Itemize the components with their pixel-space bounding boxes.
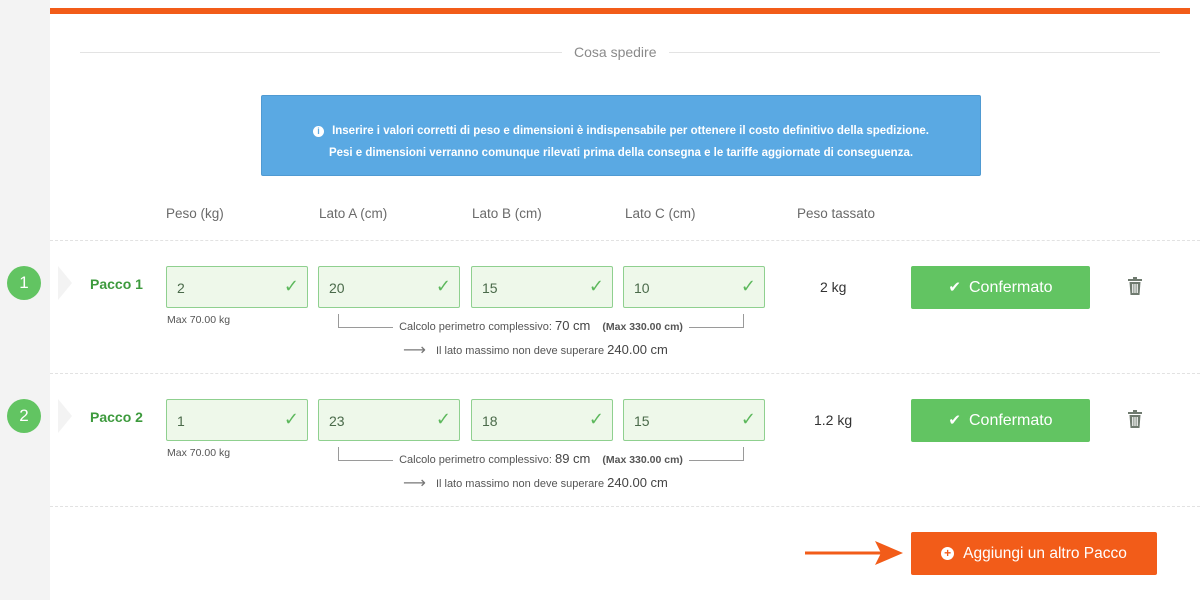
row-divider bbox=[50, 240, 1200, 241]
check-icon: ✓ bbox=[588, 276, 604, 296]
check-icon: ✓ bbox=[588, 409, 604, 429]
lato-a-input[interactable]: 20 ✓ bbox=[318, 266, 460, 308]
section-title: Cosa spedire bbox=[562, 44, 669, 60]
lato-c-input[interactable]: 10 ✓ bbox=[623, 266, 765, 308]
check-icon: ✓ bbox=[740, 409, 756, 429]
pointer-arrow-icon bbox=[805, 541, 903, 565]
check-icon: ✔ bbox=[948, 412, 961, 429]
max-weight-note: Max 70.00 kg bbox=[167, 447, 231, 459]
check-icon: ✓ bbox=[283, 409, 299, 429]
package-label: Pacco 1 bbox=[90, 276, 143, 292]
step-pointer bbox=[58, 266, 72, 300]
lato-c-input[interactable]: 15 ✓ bbox=[623, 399, 765, 441]
column-header-peso: Peso (kg) bbox=[166, 206, 224, 221]
check-icon: ✓ bbox=[435, 276, 451, 296]
column-header-lato-a: Lato A (cm) bbox=[319, 206, 388, 221]
step-number-badge: 2 bbox=[7, 399, 41, 433]
add-package-button[interactable]: + Aggiungi un altro Pacco bbox=[911, 532, 1157, 575]
info-line-2: Pesi e dimensioni verranno comunque rile… bbox=[328, 147, 914, 159]
package-row: 1 Pacco 1 2 ✓ 20 ✓ 15 ✓ 10 ✓ Max 70.00 kg Ca… bbox=[7, 266, 1200, 396]
max-side-note: ⟶ Il lato massimo non deve superare 240.0… bbox=[403, 475, 668, 492]
row-divider bbox=[50, 506, 1200, 507]
lato-b-input[interactable]: 15 ✓ bbox=[471, 266, 613, 308]
peso-tassato-value: 1.2 kg bbox=[814, 412, 853, 428]
peso-tassato-value: 2 kg bbox=[820, 279, 847, 295]
row-divider bbox=[50, 373, 1200, 374]
max-weight-note: Max 70.00 kg bbox=[167, 314, 231, 326]
column-header-lato-b: Lato B (cm) bbox=[472, 206, 542, 221]
lato-a-input[interactable]: 23 ✓ bbox=[318, 399, 460, 441]
info-alert: i Inserire i valori corretti di peso e di… bbox=[261, 95, 981, 176]
info-circle-icon: i bbox=[313, 126, 325, 137]
column-header-peso-tassato: Peso tassato bbox=[797, 206, 876, 221]
perimeter-calculation: Calcolo perimetro complessivo: 70 cm (Max… bbox=[338, 318, 744, 333]
shipment-panel: Cosa spedire i Inserire i valori corretti… bbox=[7, 0, 1200, 600]
package-row: 2 Pacco 2 1 ✓ 23 ✓ 18 ✓ 15 ✓ Max 70.00 kg Ca… bbox=[7, 399, 1200, 529]
check-icon: ✔ bbox=[948, 279, 961, 296]
trash-icon[interactable] bbox=[1128, 277, 1142, 295]
peso-input[interactable]: 2 ✓ bbox=[166, 266, 308, 308]
confirm-button[interactable]: ✔ Confermato bbox=[911, 266, 1090, 309]
check-icon: ✓ bbox=[740, 276, 756, 296]
check-icon: ✓ bbox=[435, 409, 451, 429]
peso-input[interactable]: 1 ✓ bbox=[166, 399, 308, 441]
arrow-right-icon: ⟶ bbox=[403, 342, 426, 359]
lato-b-input[interactable]: 18 ✓ bbox=[471, 399, 613, 441]
arrow-right-icon: ⟶ bbox=[403, 475, 426, 492]
accent-bar bbox=[50, 8, 1190, 14]
info-line-1: i Inserire i valori corretti di peso e di… bbox=[262, 120, 980, 142]
max-side-note: ⟶ Il lato massimo non deve superare 240.0… bbox=[403, 342, 668, 359]
trash-icon[interactable] bbox=[1128, 410, 1142, 428]
column-header-lato-c: Lato C (cm) bbox=[625, 206, 696, 221]
check-icon: ✓ bbox=[283, 276, 299, 296]
perimeter-calculation: Calcolo perimetro complessivo: 89 cm (Max… bbox=[338, 451, 744, 466]
step-pointer bbox=[58, 399, 72, 433]
confirm-button[interactable]: ✔ Confermato bbox=[911, 399, 1090, 442]
plus-circle-icon: + bbox=[941, 547, 955, 560]
package-label: Pacco 2 bbox=[90, 409, 143, 425]
step-number-badge: 1 bbox=[7, 266, 41, 300]
